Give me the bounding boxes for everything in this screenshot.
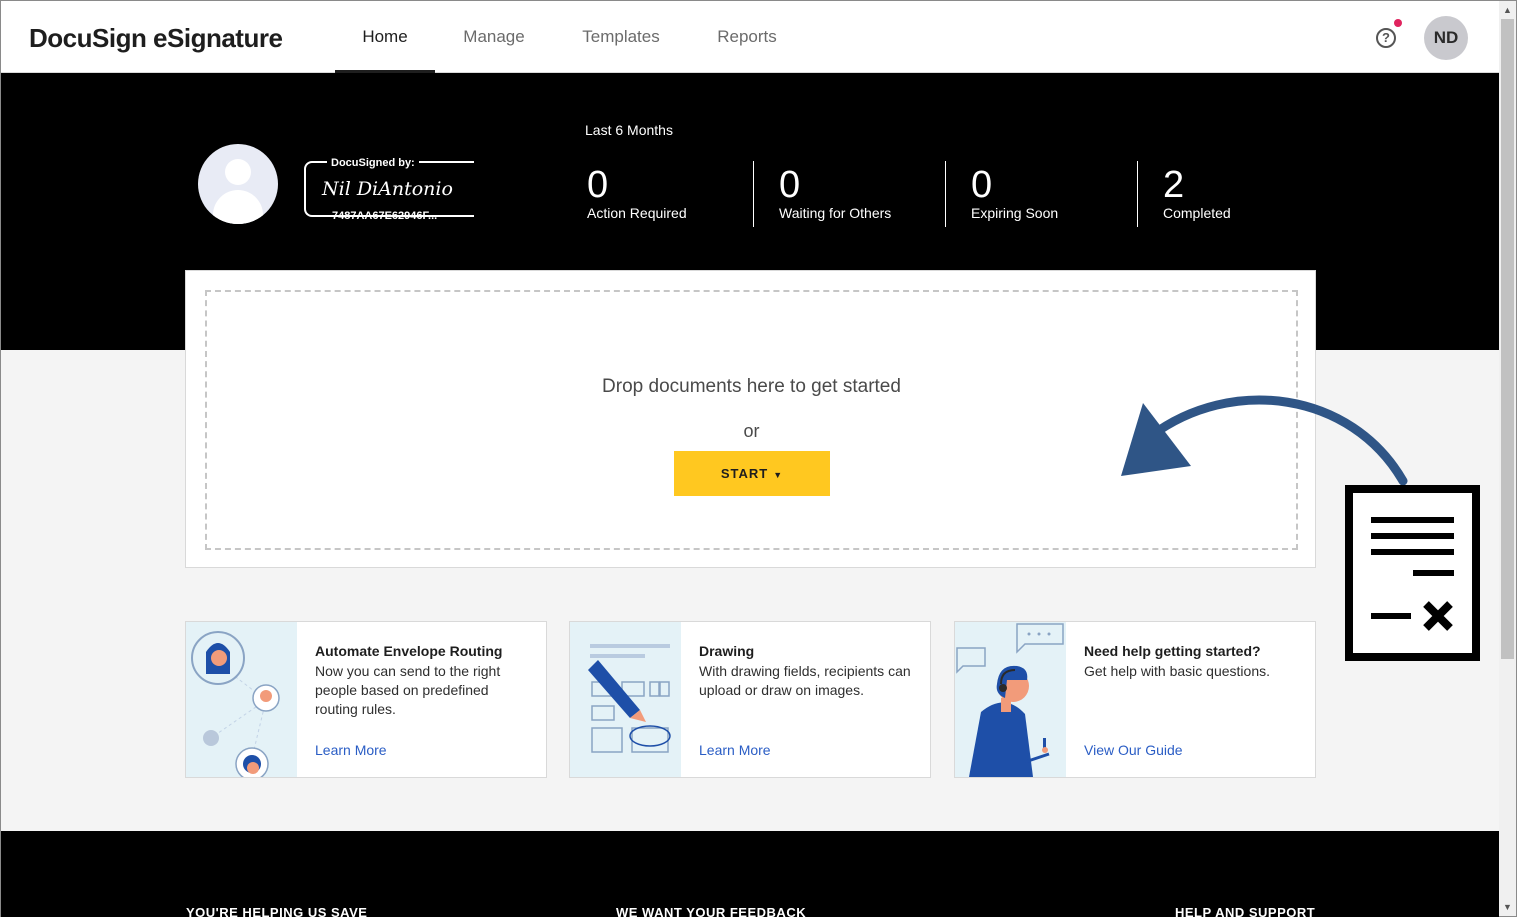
top-nav-bar: DocuSign eSignature Home Manage Template… <box>1 1 1499 73</box>
docusign-logo[interactable]: DocuSign eSignature <box>29 23 283 54</box>
stat-divider <box>753 161 754 227</box>
learn-more-link[interactable]: Learn More <box>699 742 771 758</box>
stat-label: Expiring Soon <box>971 205 1059 221</box>
stat-value: 0 <box>779 164 801 206</box>
vertical-scrollbar[interactable]: ▲ ▼ <box>1499 1 1516 916</box>
stat-label: Completed <box>1163 205 1231 221</box>
card-drawing: Drawing With drawing fields, recipients … <box>569 621 931 778</box>
card-description: Get help with basic questions. <box>1084 663 1270 679</box>
footer-heading-feedback: WE WANT YOUR FEEDBACK <box>616 905 807 917</box>
stat-label: Action Required <box>587 205 687 221</box>
routing-illustration-icon <box>186 622 297 777</box>
card-title: Automate Envelope Routing <box>315 643 503 659</box>
scrollbar-thumb[interactable] <box>1501 19 1514 659</box>
footer-heading-saving: YOU'RE HELPING US SAVE <box>186 905 368 917</box>
stat-action-required[interactable]: 0 Action Required <box>587 161 687 227</box>
tab-home[interactable]: Home <box>335 1 435 73</box>
stat-expiring-soon[interactable]: 0 Expiring Soon <box>971 161 1058 227</box>
scroll-up-icon[interactable]: ▲ <box>1503 5 1512 15</box>
footer-heading-help: HELP AND SUPPORT <box>1175 905 1316 917</box>
start-button[interactable]: START ▼ <box>674 451 830 496</box>
page-footer: YOU'RE HELPING US SAVE WE WANT YOUR FEED… <box>1 831 1499 917</box>
notification-dot <box>1394 19 1402 27</box>
stat-waiting-for-others[interactable]: 0 Waiting for Others <box>779 161 891 227</box>
signature-id: 7487AA67E62946F... <box>332 210 438 222</box>
drawing-illustration-icon <box>570 622 681 777</box>
stats-period: Last 6 Months <box>585 122 673 138</box>
stat-value: 0 <box>587 164 609 206</box>
caret-down-icon: ▼ <box>773 470 784 480</box>
support-agent-illustration-icon <box>955 622 1066 777</box>
card-help: Need help getting started? Get help with… <box>954 621 1316 778</box>
signature-name: Nil DiAntonio <box>322 178 453 200</box>
start-label: START <box>720 466 769 481</box>
stat-completed[interactable]: 2 Completed <box>1163 161 1231 227</box>
tab-reports[interactable]: Reports <box>697 1 797 73</box>
profile-avatar-icon[interactable] <box>198 144 278 224</box>
view-guide-link[interactable]: View Our Guide <box>1084 742 1183 758</box>
stat-divider <box>945 161 946 227</box>
document-icon <box>1345 485 1480 661</box>
tab-templates[interactable]: Templates <box>571 1 671 73</box>
stat-label: Waiting for Others <box>779 205 892 221</box>
card-title: Drawing <box>699 643 755 659</box>
signature-label: DocuSigned by: <box>327 157 419 169</box>
card-envelope-routing: Automate Envelope Routing Now you can se… <box>185 621 547 778</box>
curved-arrow-icon <box>1121 395 1408 486</box>
help-icon[interactable]: ? <box>1376 28 1396 48</box>
stat-divider <box>1137 161 1138 227</box>
scroll-down-icon[interactable]: ▼ <box>1503 902 1512 912</box>
card-description: Now you can send to the right people bas… <box>315 663 501 717</box>
card-description: With drawing fields, recipients can uplo… <box>699 663 911 698</box>
card-title: Need help getting started? <box>1084 643 1261 659</box>
stat-value: 2 <box>1163 164 1185 206</box>
learn-more-link[interactable]: Learn More <box>315 742 387 758</box>
user-avatar[interactable]: ND <box>1424 16 1468 60</box>
tab-manage[interactable]: Manage <box>444 1 544 73</box>
stat-value: 0 <box>971 164 993 206</box>
